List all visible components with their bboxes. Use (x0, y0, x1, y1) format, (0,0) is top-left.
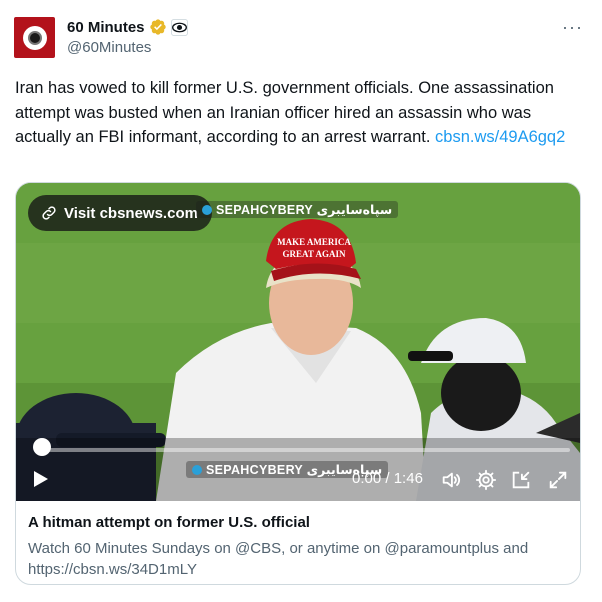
video-progress-bar[interactable] (34, 448, 570, 452)
video-player[interactable]: MAKE AMERICA GREAT AGAIN Visit cbsnews.c… (16, 183, 580, 501)
card-description: Watch 60 Minutes Sundays on @CBS, or any… (28, 540, 529, 578)
video-watermark-top: SEPAHCYBERY سپاه‌سایبری (196, 201, 399, 218)
tweet-link[interactable]: cbsn.ws/49A6gq2 (435, 128, 565, 146)
picture-in-picture-icon[interactable] (510, 469, 532, 491)
video-controls: 0:00 / 1:46 (16, 465, 580, 495)
author-display-name[interactable]: 60 Minutes (67, 19, 145, 36)
svg-text:GREAT AGAIN: GREAT AGAIN (283, 249, 346, 259)
author-name-row: 60 Minutes (67, 18, 188, 36)
settings-icon[interactable] (475, 469, 497, 491)
video-time: 0:00 / 1:46 (352, 470, 423, 487)
cbs-eye-icon[interactable] (170, 18, 188, 36)
card-meta[interactable]: A hitman attempt on former U.S. official… (16, 501, 580, 584)
watermark-top-text: SEPAHCYBERY سپاه‌سایبری (216, 203, 393, 217)
fullscreen-icon[interactable] (547, 469, 569, 491)
current-time: 0:00 (352, 470, 382, 487)
visit-site-button[interactable]: Visit cbsnews.com (28, 195, 212, 231)
more-options-icon[interactable]: ··· (562, 18, 583, 36)
media-card[interactable]: MAKE AMERICA GREAT AGAIN Visit cbsnews.c… (15, 182, 581, 585)
verified-badge-icon[interactable] (149, 18, 167, 36)
author-handle[interactable]: @60Minutes (67, 39, 151, 56)
tweet-text: Iran has vowed to kill former U.S. gover… (15, 76, 587, 150)
time-separator: / (381, 470, 394, 487)
avatar[interactable] (14, 17, 55, 58)
link-icon (42, 206, 56, 220)
scrubber-handle[interactable] (33, 438, 51, 456)
stopwatch-icon (22, 25, 47, 50)
video-duration: 1:46 (393, 470, 423, 487)
card-title: A hitman attempt on former U.S. official (28, 514, 310, 531)
visit-site-label: Visit cbsnews.com (64, 204, 198, 222)
volume-icon[interactable] (440, 469, 462, 491)
play-icon[interactable] (30, 469, 50, 489)
svg-text:MAKE AMERICA: MAKE AMERICA (277, 237, 351, 247)
